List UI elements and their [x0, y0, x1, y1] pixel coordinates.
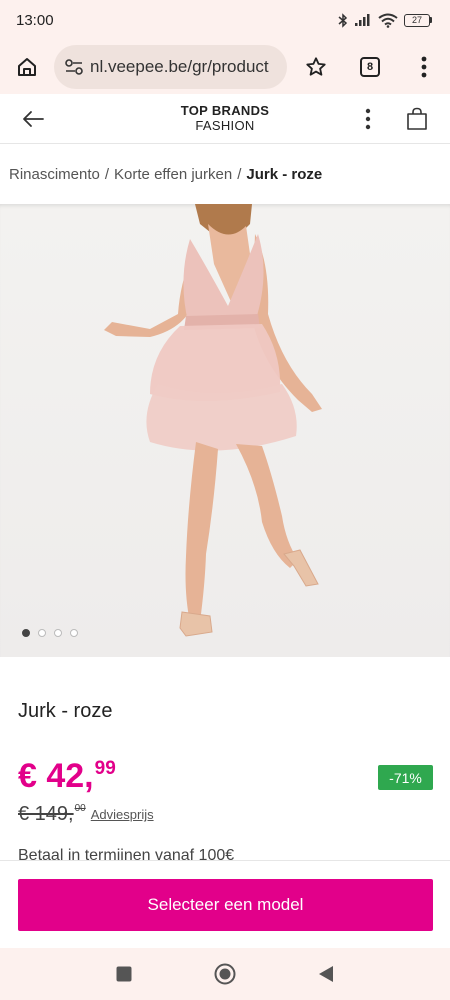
tabs-icon: 8: [360, 57, 380, 77]
battery-icon: 27: [404, 13, 432, 27]
price-cents: 99: [94, 758, 116, 779]
status-bar: 13:00 27: [0, 0, 450, 40]
bookmark-button[interactable]: [298, 47, 334, 87]
more-vertical-icon: [421, 56, 427, 78]
breadcrumb-separator: /: [237, 165, 242, 183]
price-main: € 42,: [18, 757, 94, 795]
pagination-dot[interactable]: [22, 629, 30, 637]
select-model-button[interactable]: Selecteer een model: [18, 879, 433, 931]
product-title: Jurk - roze: [18, 700, 113, 722]
system-home-button[interactable]: [211, 960, 239, 988]
breadcrumb-current: Jurk - roze: [246, 165, 323, 183]
discount-badge: -71%: [378, 765, 433, 790]
installments-info: Betaal in termijnen vanaf 100€: [18, 847, 235, 860]
brand-logo[interactable]: TOP BRANDS FASHION: [0, 103, 450, 133]
retail-price-link[interactable]: Adviesprijs: [91, 807, 154, 822]
home-button[interactable]: [0, 40, 54, 94]
signal-icon: [355, 14, 370, 26]
tabs-button[interactable]: 8: [352, 47, 388, 87]
breadcrumb-separator: /: [104, 165, 110, 183]
product-image[interactable]: [0, 204, 450, 657]
cart-button[interactable]: [403, 104, 431, 134]
recents-button[interactable]: [110, 960, 138, 988]
brand-line-2: FASHION: [195, 118, 255, 133]
recents-icon: [116, 966, 132, 982]
home-icon: [18, 58, 36, 76]
home-circle-icon: [214, 963, 236, 985]
pagination-dot[interactable]: [70, 629, 78, 637]
shopping-bag-icon: [407, 107, 427, 130]
current-price: € 42, 99: [18, 757, 116, 795]
site-settings-icon[interactable]: [64, 58, 84, 76]
pagination-dot[interactable]: [54, 629, 62, 637]
battery-level: 27: [404, 13, 430, 27]
old-price-main: € 149,: [18, 803, 74, 825]
browser-toolbar: nl.veepee.be/gr/product 8: [0, 40, 450, 94]
breadcrumb-item[interactable]: Rinascimento: [9, 166, 100, 183]
breadcrumb: Rinascimento / Korte effen jurken / Jurk…: [0, 145, 450, 203]
old-price-cents: 00: [74, 803, 86, 814]
back-triangle-icon: [319, 966, 333, 982]
wifi-icon: [378, 13, 398, 28]
url-text: nl.veepee.be/gr/product: [90, 57, 269, 76]
system-nav-bar: [0, 948, 450, 1000]
star-icon: [306, 57, 326, 76]
status-icons: 27: [338, 12, 432, 28]
image-pagination: [22, 629, 78, 637]
header-menu-button[interactable]: [356, 105, 380, 133]
retail-price: € 149, 00 Adviesprijs: [18, 802, 154, 826]
more-vertical-icon: [365, 108, 371, 130]
browser-menu-button[interactable]: [406, 47, 442, 87]
address-bar[interactable]: nl.veepee.be/gr/product: [54, 45, 287, 89]
pagination-dot[interactable]: [38, 629, 46, 637]
app-header: TOP BRANDS FASHION: [0, 94, 450, 144]
brand-line-1: TOP BRANDS: [180, 103, 270, 118]
model-photo: [104, 204, 322, 637]
breadcrumb-item[interactable]: Korte effen jurken: [114, 166, 232, 183]
cta-area: Selecteer een model: [0, 860, 450, 948]
status-time: 13:00: [16, 11, 54, 29]
system-back-button[interactable]: [312, 960, 340, 988]
bluetooth-icon: [338, 12, 348, 28]
